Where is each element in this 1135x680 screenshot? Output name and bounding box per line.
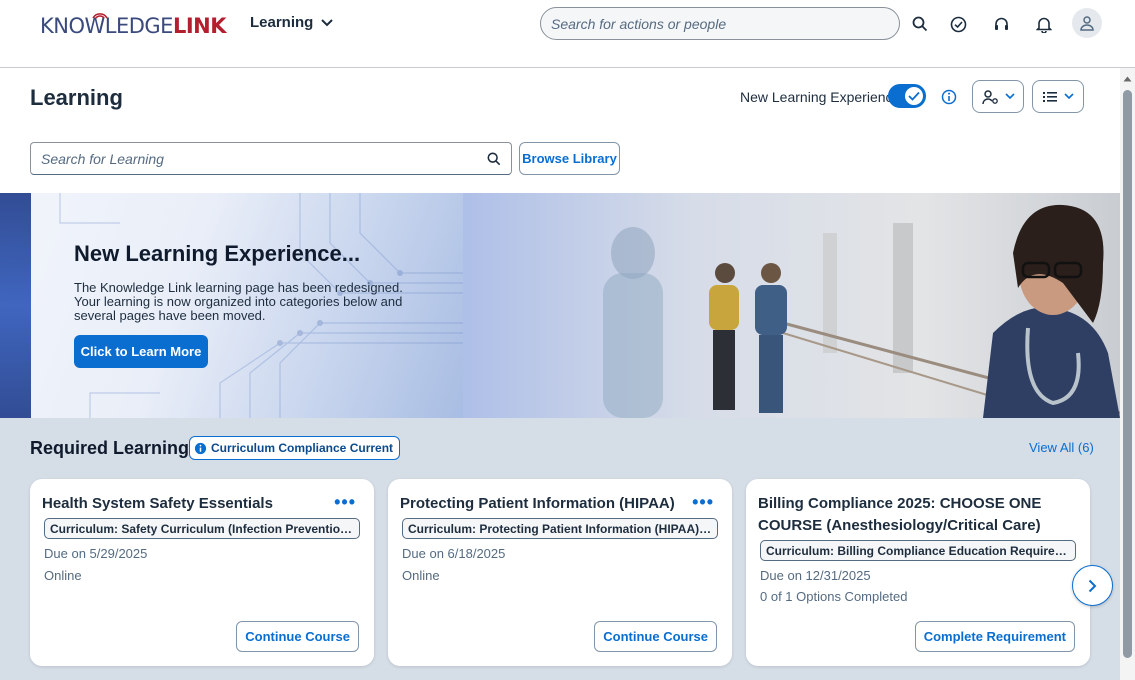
course-title: Billing Compliance 2025: CHOOSE ONE COUR… [758,495,1042,534]
shell-bar: KNOWLEDGE LINK Learning [0,0,1135,68]
company-logo[interactable]: KNOWLEDGE LINK [40,12,227,40]
task-check-icon [950,16,966,32]
curriculum-tag-label: Curriculum: Billing Compliance Education… [766,543,1070,558]
due-date: Due on 12/31/2025 [760,568,871,583]
required-learning-title: Required Learning [30,438,190,458]
course-card[interactable]: Protecting Patient Information (HIPAA) •… [388,479,732,666]
user-settings-menu-button[interactable] [972,80,1024,113]
list-view-menu-button[interactable] [1032,80,1084,113]
global-search[interactable] [540,7,900,40]
search-icon[interactable] [487,152,501,166]
more-options-icon[interactable]: ••• [334,493,356,511]
compliance-status-badge: Curriculum Compliance Current [189,436,401,460]
course-card[interactable]: Billing Compliance 2025: CHOOSE ONE COUR… [746,479,1090,666]
options-progress: 0 of 1 Options Completed [760,589,908,604]
course-card[interactable]: Health System Safety Essentials ••• Curr… [30,479,374,666]
info-icon [941,89,957,105]
chevron-down-icon [1004,93,1015,100]
curriculum-tag: Curriculum: Protecting Patient Informati… [402,518,718,539]
course-title: Protecting Patient Information (HIPAA) [400,495,675,512]
new-experience-toggle[interactable] [888,84,926,108]
continue-course-button[interactable]: Continue Course [236,621,359,652]
more-options-icon[interactable]: ••• [692,493,714,511]
delivery-method: Online [402,568,440,583]
user-avatar[interactable] [1072,8,1102,38]
scroll-thumb[interactable] [1123,90,1132,658]
info-button[interactable] [938,86,960,108]
new-experience-label: New Learning Experience [740,89,901,105]
page-title: Learning [30,85,123,110]
hospital-scene-graphic [463,193,1120,418]
chevron-right-icon [1088,579,1097,592]
curriculum-tag-label: Curriculum: Protecting Patient Informati… [408,521,712,536]
curriculum-tag-label: Curriculum: Safety Curriculum (Infection… [50,521,354,536]
shell-menu-label: Learning [250,14,314,31]
compliance-status-label: Curriculum Compliance Current [211,441,394,455]
learning-search-input[interactable] [41,150,487,167]
delivery-method: Online [44,568,82,583]
chevron-down-icon [321,18,334,26]
logo-signal-icon [92,13,108,19]
headset-icon [994,17,1008,30]
curriculum-tag: Curriculum: Billing Compliance Education… [760,540,1076,561]
banner-text: The Knowledge Link learning page has bee… [74,280,403,323]
bell-icon [1036,17,1052,33]
continue-course-button[interactable]: Continue Course [594,621,717,652]
search-icon [912,16,928,32]
banner-hospital-image [463,193,1120,418]
banner-title: New Learning Experience... [74,241,361,266]
user-settings-icon [981,89,998,104]
notifications-button[interactable] [1029,9,1059,39]
view-all-link[interactable]: View All (6) [1029,440,1094,455]
complete-requirement-button[interactable]: Complete Requirement [914,621,1075,652]
global-search-input[interactable] [551,15,889,32]
browse-library-button[interactable]: Browse Library [519,142,620,175]
chevron-down-icon [1064,93,1074,100]
new-experience-banner: New Learning Experience... The Knowledge… [0,193,1120,418]
tasks-button[interactable] [943,9,973,39]
list-icon [1043,91,1057,102]
page-scrollbar[interactable] [1120,68,1135,680]
logo-text-link: LINK [172,14,227,38]
support-button[interactable] [986,9,1016,39]
toggle-knob [905,87,923,105]
banner-side-strip [0,193,31,418]
shell-menu-learning[interactable]: Learning [250,14,334,31]
info-filled-icon [194,442,207,454]
scroll-up-arrow-icon[interactable] [1123,74,1132,84]
due-date: Due on 6/18/2025 [402,546,506,561]
carousel-next-button[interactable] [1072,565,1113,606]
search-button[interactable] [905,9,935,39]
due-date: Due on 5/29/2025 [44,546,148,561]
learn-more-button[interactable]: Click to Learn More [74,335,208,368]
course-title: Health System Safety Essentials [42,495,273,512]
learning-search[interactable] [30,142,512,175]
curriculum-tag: Curriculum: Safety Curriculum (Infection… [44,518,360,539]
user-avatar-icon [1080,16,1094,31]
checkmark-icon [908,91,920,101]
